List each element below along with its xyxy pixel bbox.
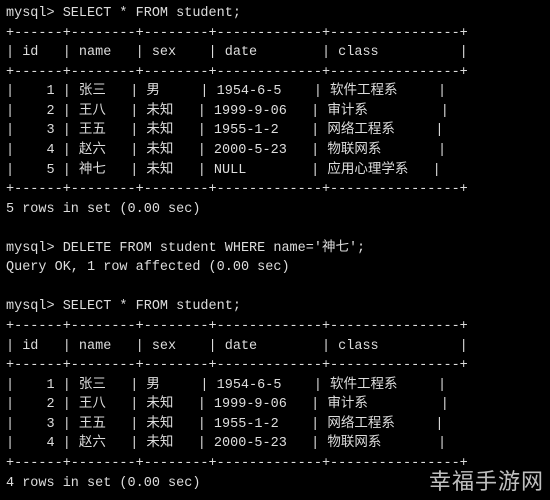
- table-row: | 4 | 赵六 | 未知 | 2000-5-23 | 物联网系 |: [6, 434, 544, 454]
- table-divider: +------+--------+--------+-------------+…: [6, 24, 544, 44]
- table-row: | 3 | 王五 | 未知 | 1955-1-2 | 网络工程系 |: [6, 415, 544, 435]
- table-header-row: | id | name | sex | date | class |: [6, 43, 544, 63]
- table-row: | 1 | 张三 | 男 | 1954-6-5 | 软件工程系 |: [6, 376, 544, 396]
- sql-prompt: mysql> DELETE FROM student WHERE name='神…: [6, 239, 544, 259]
- table-divider: +------+--------+--------+-------------+…: [6, 317, 544, 337]
- sql-prompt: mysql> SELECT * FROM student;: [6, 297, 544, 317]
- sql-prompt: mysql> SELECT * FROM student;: [6, 4, 544, 24]
- table-row: | 3 | 王五 | 未知 | 1955-1-2 | 网络工程系 |: [6, 121, 544, 141]
- terminal-output: mysql> SELECT * FROM student;+------+---…: [0, 0, 550, 500]
- status-line: 5 rows in set (0.00 sec): [6, 200, 544, 220]
- table-divider: +------+--------+--------+-------------+…: [6, 180, 544, 200]
- status-line: Query OK, 1 row affected (0.00 sec): [6, 258, 544, 278]
- table-row: | 2 | 王八 | 未知 | 1999-9-06 | 审计系 |: [6, 102, 544, 122]
- blank-line: [6, 219, 544, 239]
- table-row: | 5 | 神七 | 未知 | NULL | 应用心理学系 |: [6, 161, 544, 181]
- status-line: 4 rows in set (0.00 sec): [6, 474, 544, 494]
- blank-line: [6, 493, 544, 500]
- table-row: | 4 | 赵六 | 未知 | 2000-5-23 | 物联网系 |: [6, 141, 544, 161]
- table-divider: +------+--------+--------+-------------+…: [6, 454, 544, 474]
- blank-line: [6, 278, 544, 298]
- table-row: | 1 | 张三 | 男 | 1954-6-5 | 软件工程系 |: [6, 82, 544, 102]
- table-header-row: | id | name | sex | date | class |: [6, 337, 544, 357]
- table-divider: +------+--------+--------+-------------+…: [6, 63, 544, 83]
- table-row: | 2 | 王八 | 未知 | 1999-9-06 | 审计系 |: [6, 395, 544, 415]
- table-divider: +------+--------+--------+-------------+…: [6, 356, 544, 376]
